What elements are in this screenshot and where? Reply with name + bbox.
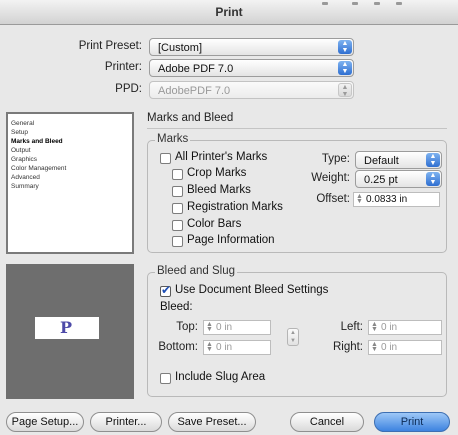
bleed-top-value: 0 in bbox=[216, 322, 233, 333]
bleed-bottom-label: Bottom: bbox=[158, 341, 198, 353]
window-grip-mark bbox=[322, 2, 328, 5]
printer-popup[interactable]: Adobe PDF 7.0 ▲ ▼ bbox=[149, 59, 354, 77]
stepper-arrows-icon[interactable]: ▲ ▼ bbox=[356, 193, 363, 205]
window-titlebar: Print bbox=[0, 0, 458, 25]
bleed-marks-label: Bleed Marks bbox=[187, 184, 251, 196]
page-information-label: Page Information bbox=[187, 234, 275, 246]
sidebar-item-general[interactable]: General bbox=[11, 120, 34, 127]
all-printers-marks-label: All Printer's Marks bbox=[175, 151, 268, 163]
use-document-bleed-checkbox[interactable] bbox=[160, 283, 171, 297]
page-information-checkbox[interactable] bbox=[172, 236, 183, 247]
print-preset-popup[interactable]: [Custom] ▲ ▼ bbox=[149, 38, 354, 56]
bleed-right-field[interactable]: ▲ ▼ 0 in bbox=[368, 340, 442, 355]
mark-type-popup[interactable]: Default ▲ ▼ bbox=[355, 151, 442, 169]
bleed-left-label: Left: bbox=[340, 321, 363, 333]
print-button[interactable]: Print bbox=[374, 412, 450, 432]
bleed-left-value: 0 in bbox=[381, 322, 398, 333]
stepper-arrows-icon[interactable]: ▲ ▼ bbox=[206, 321, 213, 333]
sidebar-item-advanced[interactable]: Advanced bbox=[11, 174, 40, 181]
stepper-arrows-icon[interactable]: ▲ ▼ bbox=[206, 341, 213, 353]
mark-offset-value: 0.0833 in bbox=[366, 194, 408, 205]
include-slug-area-checkbox[interactable] bbox=[160, 373, 171, 384]
printer-button[interactable]: Printer... bbox=[90, 412, 162, 432]
window-grip-mark bbox=[374, 2, 380, 5]
save-preset-button[interactable]: Save Preset... bbox=[168, 412, 256, 432]
link-bleed-toggle[interactable]: ▲ ▼ bbox=[287, 328, 299, 346]
mark-weight-value: 0.25 pt bbox=[364, 174, 398, 186]
bleed-left-field[interactable]: ▲ ▼ 0 in bbox=[368, 320, 442, 335]
include-slug-area-label: Include Slug Area bbox=[175, 371, 266, 383]
window-grip-mark bbox=[396, 2, 402, 5]
mark-weight-label: Weight: bbox=[311, 172, 350, 184]
registration-marks-checkbox[interactable] bbox=[172, 203, 183, 214]
mark-type-label: Type: bbox=[321, 153, 350, 165]
color-bars-checkbox[interactable] bbox=[172, 220, 183, 231]
bleed-bottom-value: 0 in bbox=[216, 342, 233, 353]
mark-weight-popup[interactable]: 0.25 pt ▲ ▼ bbox=[355, 170, 442, 188]
bleed-marks-checkbox[interactable] bbox=[172, 186, 183, 197]
sidebar-item-setup[interactable]: Setup bbox=[11, 129, 28, 136]
updown-arrows-icon: ▲ ▼ bbox=[426, 172, 440, 186]
registration-marks-label: Registration Marks bbox=[187, 201, 283, 213]
bleed-top-label: Top: bbox=[176, 321, 198, 333]
crop-marks-checkbox[interactable] bbox=[172, 169, 183, 180]
preview-page-thumbnail: P bbox=[35, 317, 99, 339]
all-printers-marks-checkbox[interactable] bbox=[160, 153, 171, 164]
printer-label: Printer: bbox=[104, 61, 142, 73]
bleed-label: Bleed: bbox=[160, 301, 193, 313]
category-list[interactable]: General Setup Marks and Bleed Output Gra… bbox=[6, 112, 134, 254]
sidebar-item-graphics[interactable]: Graphics bbox=[11, 156, 37, 163]
bleed-top-field[interactable]: ▲ ▼ 0 in bbox=[203, 320, 271, 335]
cancel-button[interactable]: Cancel bbox=[290, 412, 364, 432]
marks-group-label: Marks bbox=[155, 133, 191, 145]
bleed-slug-group-label: Bleed and Slug bbox=[155, 265, 238, 277]
page-preview: P bbox=[6, 264, 134, 399]
mark-offset-field[interactable]: ▲ ▼ 0.0833 in bbox=[353, 192, 440, 207]
use-document-bleed-label: Use Document Bleed Settings bbox=[175, 284, 329, 296]
ppd-popup[interactable]: AdobePDF 7.0 ▲ ▼ bbox=[149, 81, 354, 99]
sidebar-item-summary[interactable]: Summary bbox=[11, 183, 39, 190]
crop-marks-label: Crop Marks bbox=[187, 167, 247, 179]
stepper-arrows-icon[interactable]: ▲ ▼ bbox=[371, 341, 378, 353]
ppd-value: AdobePDF 7.0 bbox=[158, 85, 231, 97]
color-bars-label: Color Bars bbox=[187, 218, 242, 230]
sidebar-item-color-management[interactable]: Color Management bbox=[11, 165, 66, 172]
panel-divider bbox=[147, 128, 447, 129]
ppd-label: PPD: bbox=[115, 83, 142, 95]
mark-type-value: Default bbox=[364, 155, 399, 167]
sidebar-item-output[interactable]: Output bbox=[11, 147, 31, 154]
print-preset-label: Print Preset: bbox=[78, 40, 142, 52]
bleed-right-value: 0 in bbox=[381, 342, 398, 353]
bleed-right-label: Right: bbox=[332, 341, 363, 353]
window-title: Print bbox=[215, 5, 243, 19]
updown-arrows-icon: ▲ ▼ bbox=[338, 40, 352, 54]
bleed-bottom-field[interactable]: ▲ ▼ 0 in bbox=[203, 340, 271, 355]
print-preset-value: [Custom] bbox=[158, 42, 203, 54]
updown-arrows-icon: ▲ ▼ bbox=[338, 83, 352, 98]
page-setup-button[interactable]: Page Setup... bbox=[6, 412, 84, 432]
stepper-arrows-icon[interactable]: ▲ ▼ bbox=[371, 321, 378, 333]
window-grip-mark bbox=[352, 2, 358, 5]
updown-arrows-icon: ▲ ▼ bbox=[426, 153, 440, 167]
mark-offset-label: Offset: bbox=[316, 193, 350, 205]
sidebar-item-marks-and-bleed[interactable]: Marks and Bleed bbox=[11, 138, 63, 145]
updown-arrows-icon: ▲ ▼ bbox=[338, 61, 352, 75]
panel-title: Marks and Bleed bbox=[147, 112, 234, 124]
printer-value: Adobe PDF 7.0 bbox=[158, 63, 234, 75]
